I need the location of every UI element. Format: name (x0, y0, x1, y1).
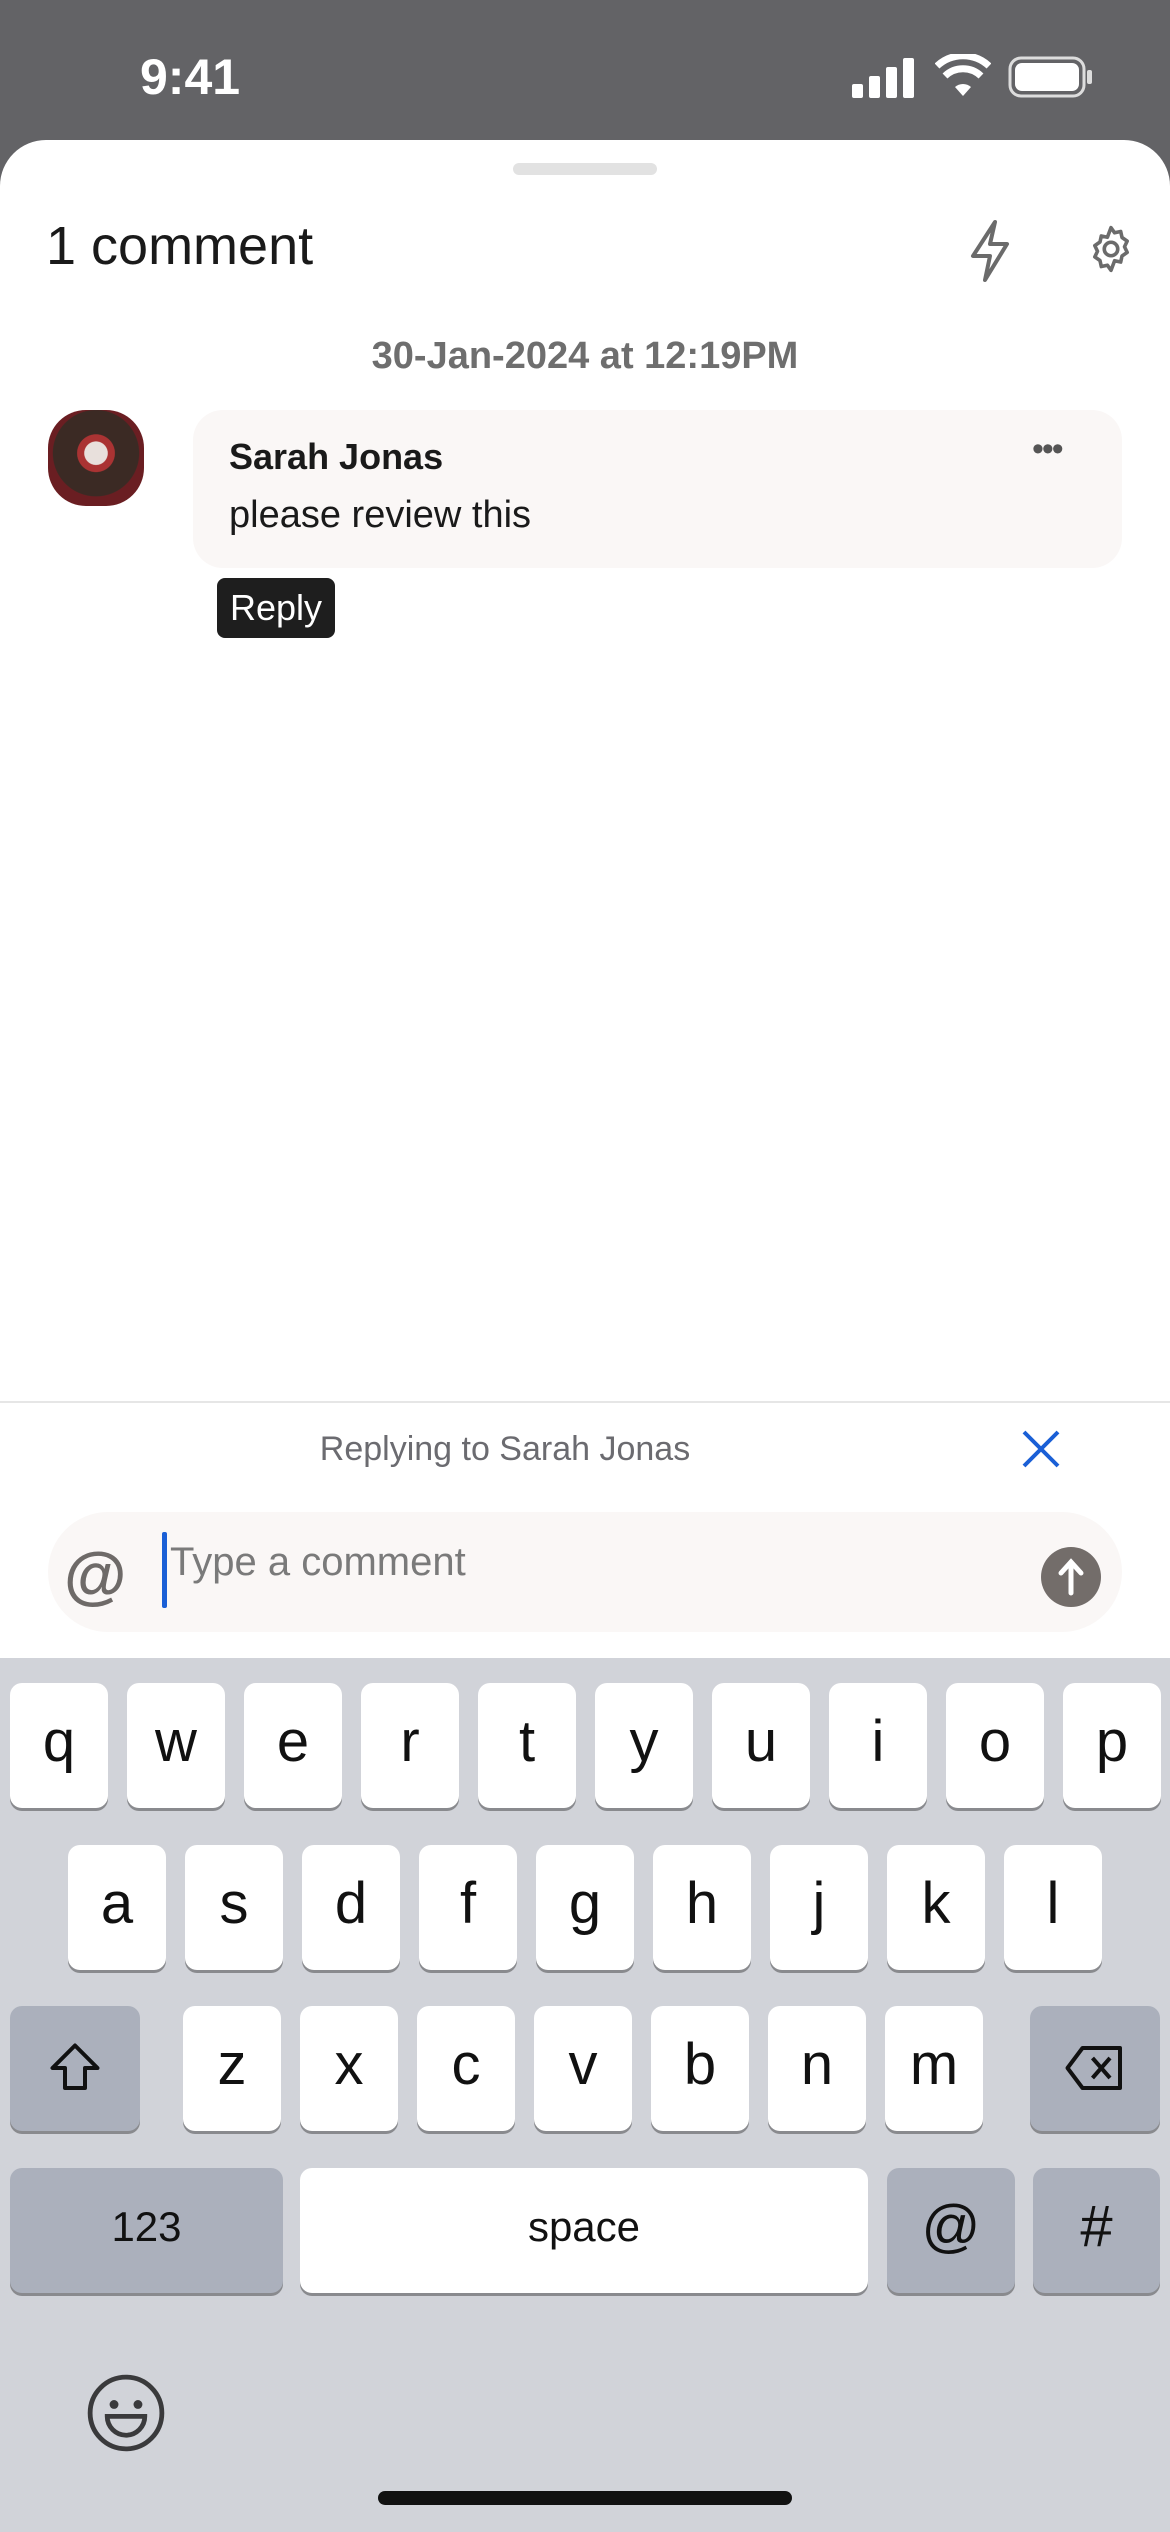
key-b[interactable]: b (651, 2006, 749, 2131)
send-button[interactable] (1041, 1547, 1101, 1607)
comment-placeholder: Type a comment (170, 1540, 466, 1584)
at-key[interactable]: @ (887, 2168, 1015, 2293)
status-time: 9:41 (140, 49, 241, 105)
avatar[interactable] (48, 410, 144, 506)
key-p[interactable]: p (1063, 1683, 1161, 1808)
replying-to-label: Replying to Sarah Jonas (319, 1430, 691, 1468)
key-h[interactable]: h (653, 1845, 751, 1970)
key-e[interactable]: e (244, 1683, 342, 1808)
gear-icon[interactable] (1084, 222, 1138, 276)
key-a[interactable]: a (68, 1845, 166, 1970)
key-j[interactable]: j (770, 1845, 868, 1970)
key-s[interactable]: s (185, 1845, 283, 1970)
key-l[interactable]: l (1004, 1845, 1102, 1970)
key-r[interactable]: r (361, 1683, 459, 1808)
key-d[interactable]: d (302, 1845, 400, 1970)
key-y[interactable]: y (595, 1683, 693, 1808)
backspace-icon (1065, 2046, 1122, 2090)
key-q[interactable]: q (10, 1683, 108, 1808)
key-n[interactable]: n (768, 2006, 866, 2131)
key-g[interactable]: g (536, 1845, 634, 1970)
sheet-grabber[interactable] (513, 163, 657, 175)
keyboard: qwertyuiop asdfghjkl zxcvbnm 123 space @ # (0, 1658, 1170, 2532)
divider (0, 1401, 1170, 1403)
signal-icon (852, 58, 914, 98)
key-c[interactable]: c (417, 2006, 515, 2131)
wifi-icon (935, 54, 991, 96)
page-title: 1 comment (46, 216, 314, 276)
key-o[interactable]: o (946, 1683, 1044, 1808)
emoji-icon[interactable] (85, 2372, 167, 2454)
mention-button[interactable]: @ (64, 1538, 126, 1612)
key-m[interactable]: m (885, 2006, 983, 2131)
comment-bubble[interactable] (193, 410, 1122, 568)
shift-key[interactable] (10, 2006, 140, 2131)
text-cursor (162, 1532, 167, 1608)
space-key[interactable]: space (300, 2168, 868, 2293)
key-w[interactable]: w (127, 1683, 225, 1808)
home-indicator[interactable] (378, 2491, 792, 2505)
status-bar: 9:41 (0, 0, 1170, 140)
key-v[interactable]: v (534, 2006, 632, 2131)
numbers-key[interactable]: 123 (10, 2168, 283, 2293)
key-t[interactable]: t (478, 1683, 576, 1808)
battery-icon (1008, 56, 1092, 98)
close-icon[interactable] (1018, 1426, 1064, 1472)
reply-tooltip[interactable]: Reply (217, 578, 335, 638)
key-z[interactable]: z (183, 2006, 281, 2131)
lightning-icon[interactable] (965, 218, 1015, 284)
ellipsis-icon[interactable]: ••• (1032, 430, 1064, 469)
backspace-key[interactable] (1030, 2006, 1160, 2131)
shift-icon (50, 2043, 100, 2090)
hash-key[interactable]: # (1033, 2168, 1160, 2293)
comment-author: Sarah Jonas (229, 436, 444, 477)
key-i[interactable]: i (829, 1683, 927, 1808)
comment-text: please review this (229, 494, 532, 536)
key-x[interactable]: x (300, 2006, 398, 2131)
thread-date: 30-Jan-2024 at 12:19PM (371, 335, 799, 377)
key-f[interactable]: f (419, 1845, 517, 1970)
key-k[interactable]: k (887, 1845, 985, 1970)
key-u[interactable]: u (712, 1683, 810, 1808)
